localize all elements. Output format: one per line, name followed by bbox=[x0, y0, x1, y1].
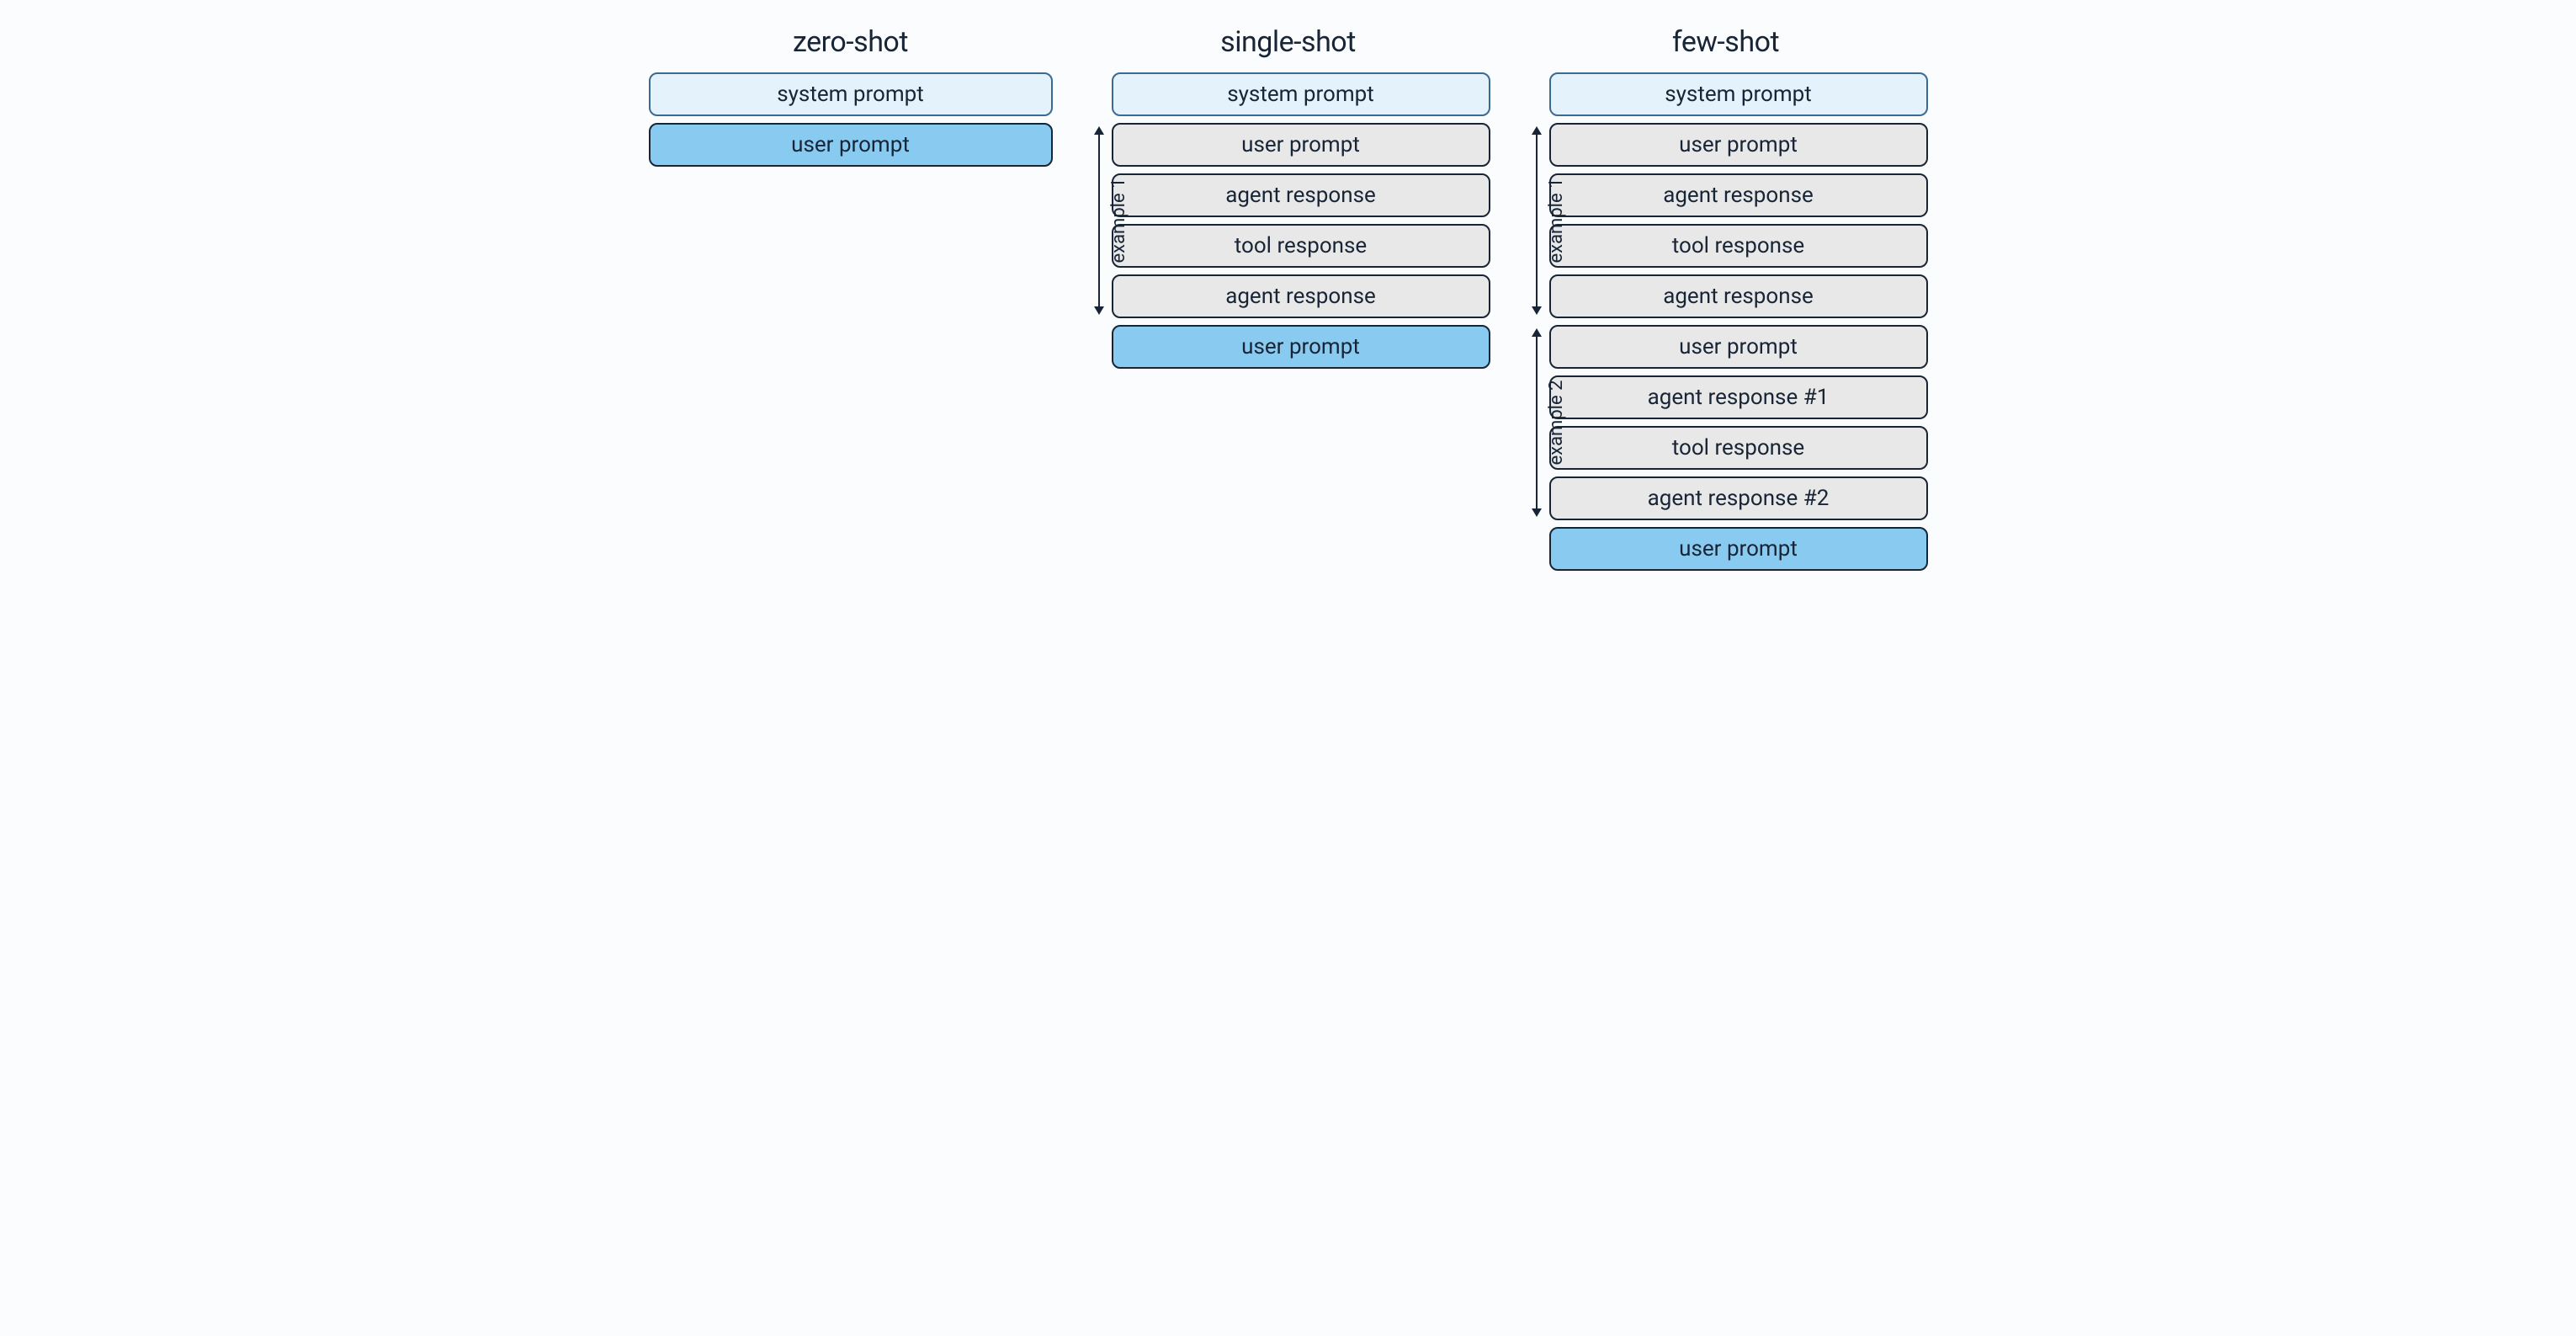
box-agent-response: agent response bbox=[1549, 274, 1928, 318]
bracket-arrow-icon: example 2 bbox=[1529, 328, 1544, 517]
group-boxes: system prompt user prompt bbox=[649, 72, 1053, 167]
group-example-1: example 1 user prompt agent response too… bbox=[1524, 123, 1928, 318]
box-tool-response: tool response bbox=[1549, 426, 1928, 470]
column-stack: system prompt example 1 user prompt agen… bbox=[1086, 72, 1490, 369]
box-system-prompt: system prompt bbox=[1112, 72, 1490, 116]
bracket-slot-empty bbox=[1086, 325, 1112, 369]
box-user-prompt: user prompt bbox=[1549, 123, 1928, 167]
bracket-slot-empty bbox=[1524, 527, 1549, 571]
box-agent-response: agent response bbox=[1112, 274, 1490, 318]
group-boxes: user prompt bbox=[1112, 325, 1490, 369]
bracket-arrow-icon: example 1 bbox=[1529, 126, 1544, 315]
bracket-slot-empty bbox=[1086, 72, 1112, 116]
box-agent-response-2: agent response #2 bbox=[1549, 476, 1928, 520]
group-boxes: user prompt agent response tool response… bbox=[1112, 123, 1490, 318]
bracket-label: example 1 bbox=[1546, 178, 1567, 263]
bracket-slot: example 2 bbox=[1524, 325, 1549, 520]
column-stack: system prompt example 1 user prompt agen… bbox=[1524, 72, 1928, 571]
bracket-slot-empty bbox=[1524, 72, 1549, 116]
bracket-label: example 2 bbox=[1546, 380, 1567, 465]
box-user-prompt: user prompt bbox=[1549, 325, 1928, 369]
box-agent-response: agent response bbox=[1112, 173, 1490, 217]
group-boxes: user prompt agent response tool response… bbox=[1549, 123, 1928, 318]
group: system prompt bbox=[1524, 72, 1928, 116]
box-user-prompt: user prompt bbox=[1112, 123, 1490, 167]
group-boxes: system prompt bbox=[1549, 72, 1928, 116]
column-title: few-shot bbox=[1672, 25, 1779, 59]
group: user prompt bbox=[1086, 325, 1490, 369]
diagram-root: zero-shot system prompt user prompt sing… bbox=[649, 25, 1928, 571]
group: system prompt user prompt bbox=[649, 72, 1053, 167]
box-tool-response: tool response bbox=[1549, 224, 1928, 268]
group-boxes: system prompt bbox=[1112, 72, 1490, 116]
group: user prompt bbox=[1524, 527, 1928, 571]
bracket-label: example 1 bbox=[1108, 178, 1129, 263]
box-user-prompt-active: user prompt bbox=[649, 123, 1053, 167]
group-example-2: example 2 user prompt agent response #1 … bbox=[1524, 325, 1928, 520]
group-boxes: user prompt agent response #1 tool respo… bbox=[1549, 325, 1928, 520]
box-user-prompt-active: user prompt bbox=[1549, 527, 1928, 571]
box-agent-response: agent response bbox=[1549, 173, 1928, 217]
bracket-arrow-icon: example 1 bbox=[1091, 126, 1107, 315]
bracket-slot: example 1 bbox=[1524, 123, 1549, 318]
group-boxes: user prompt bbox=[1549, 527, 1928, 571]
box-system-prompt: system prompt bbox=[1549, 72, 1928, 116]
group: system prompt bbox=[1086, 72, 1490, 116]
column-title: single-shot bbox=[1220, 25, 1356, 59]
bracket-slot: example 1 bbox=[1086, 123, 1112, 318]
box-agent-response-1: agent response #1 bbox=[1549, 375, 1928, 419]
group-example-1: example 1 user prompt agent response too… bbox=[1086, 123, 1490, 318]
column-single-shot: single-shot system prompt example 1 bbox=[1086, 25, 1490, 369]
column-stack: system prompt user prompt bbox=[649, 72, 1053, 167]
box-system-prompt: system prompt bbox=[649, 72, 1053, 116]
column-zero-shot: zero-shot system prompt user prompt bbox=[649, 25, 1053, 167]
box-user-prompt-active: user prompt bbox=[1112, 325, 1490, 369]
column-few-shot: few-shot system prompt example 1 bbox=[1524, 25, 1928, 571]
column-title: zero-shot bbox=[793, 25, 908, 59]
box-tool-response: tool response bbox=[1112, 224, 1490, 268]
